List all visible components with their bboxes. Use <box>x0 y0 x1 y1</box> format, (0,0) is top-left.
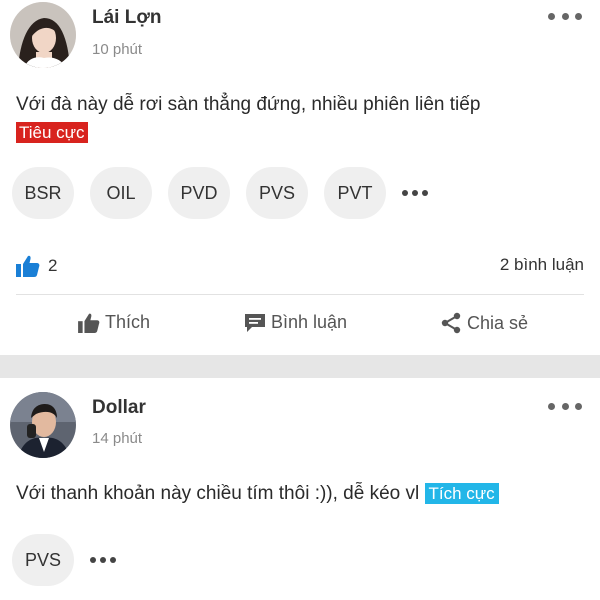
more-tickers-icon[interactable] <box>402 190 428 196</box>
post-text: Với đà này dễ rơi sàn thẳng đứng, nhiều … <box>16 94 481 115</box>
post-text: Với thanh khoản này chiều tím thôi :)), … <box>16 483 420 504</box>
comment-icon <box>245 313 265 332</box>
ticker-chip[interactable]: PVS <box>12 534 74 586</box>
sentiment-badge: Tích cực <box>424 483 499 504</box>
like-label: Thích <box>105 312 151 332</box>
more-tickers-icon[interactable] <box>90 557 116 563</box>
ticker-chip[interactable]: OIL <box>90 167 152 219</box>
divider <box>16 294 584 295</box>
thumbs-up-icon <box>16 255 40 277</box>
ticker-chip[interactable]: PVT <box>324 167 386 219</box>
post-time: 14 phút <box>92 430 143 447</box>
post-content: Với thanh khoản này chiều tím thôi :)), … <box>16 480 591 508</box>
ticker-chip[interactable]: PVS <box>246 167 308 219</box>
share-button[interactable]: Chia sẻ <box>440 312 528 334</box>
post-card: Dollar 14 phút Với thanh khoản này chiều… <box>0 378 600 600</box>
like-summary[interactable]: 2 <box>16 255 57 277</box>
more-icon[interactable] <box>548 401 582 411</box>
comment-label: Bình luận <box>271 312 348 332</box>
post-time: 10 phút <box>92 41 143 58</box>
comment-count[interactable]: 2 bình luận <box>500 255 584 275</box>
share-icon <box>441 312 461 334</box>
avatar[interactable] <box>10 2 76 68</box>
avatar[interactable] <box>10 392 76 458</box>
ticker-chip[interactable]: PVD <box>168 167 230 219</box>
ticker-chip[interactable]: BSR <box>12 167 74 219</box>
comment-button[interactable]: Bình luận <box>244 312 347 333</box>
author-name[interactable]: Lái Lợn <box>92 7 161 29</box>
ticker-list: BSR OIL PVD PVS PVT <box>12 167 428 219</box>
more-icon[interactable] <box>548 11 582 21</box>
action-bar: Thích Bình luận Chia sẻ <box>0 312 600 342</box>
post-separator <box>0 355 600 378</box>
like-count: 2 <box>48 256 58 275</box>
post-content: Với đà này dễ rơi sàn thẳng đứng, nhiều … <box>16 91 586 147</box>
like-button[interactable]: Thích <box>78 312 150 333</box>
post-card: Lái Lợn 10 phút Với đà này dễ rơi sàn th… <box>0 0 600 355</box>
sentiment-badge: Tiêu cực <box>16 122 88 143</box>
author-name[interactable]: Dollar <box>92 397 146 419</box>
share-label: Chia sẻ <box>467 312 529 333</box>
thumbs-up-icon <box>78 313 100 333</box>
ticker-list: PVS <box>12 534 116 586</box>
